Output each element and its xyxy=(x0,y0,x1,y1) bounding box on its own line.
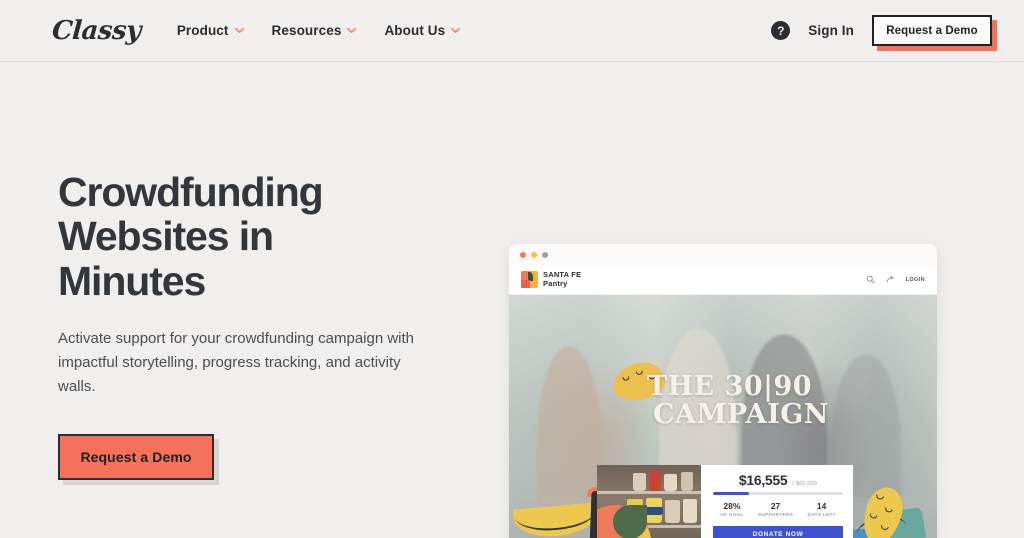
goal-amount: / $60,000 xyxy=(792,481,818,487)
hero-title: Crowdfunding Websites in Minutes xyxy=(58,169,324,304)
browser-chrome-bar xyxy=(509,244,937,265)
mockup-nav-actions: LOGIN xyxy=(866,275,925,284)
campaign-headline-line2: CAMPAIGN xyxy=(653,399,829,431)
donation-details: $16,555 / $60,000 28% OF GOAL 27 SUPPORT… xyxy=(701,465,853,538)
primary-navigation: Product Resources About Us xyxy=(177,23,461,38)
donate-now-button[interactable]: DONATE NOW xyxy=(713,526,843,538)
chevron-down-icon xyxy=(234,26,244,35)
donation-card: $16,555 / $60,000 28% OF GOAL 27 SUPPORT… xyxy=(597,465,853,538)
window-maximize-dot xyxy=(542,251,548,258)
search-icon[interactable] xyxy=(866,275,875,284)
stat-supporters: 27 SUPPORTERS xyxy=(757,501,794,518)
stat-label: OF GOAL xyxy=(720,512,744,518)
landing-page: Classy Product Resources About Us ? Sign… xyxy=(0,0,1024,538)
stat-label: SUPPORTERS xyxy=(757,512,794,518)
nav-item-resources[interactable]: Resources xyxy=(272,23,357,38)
chevron-down-icon xyxy=(347,26,357,35)
nav-item-label: About Us xyxy=(384,23,446,38)
stat-of-goal: 28% OF GOAL xyxy=(720,501,744,518)
window-close-dot xyxy=(520,251,526,258)
campaign-stats: 28% OF GOAL 27 SUPPORTERS 14 DAYS LEFT xyxy=(713,501,843,518)
header-request-demo-wrapper: Request a Demo xyxy=(872,15,997,51)
decor-arc-green xyxy=(613,505,647,538)
classy-logo[interactable]: Classy xyxy=(51,16,142,46)
org-name: SANTA FE Pantry xyxy=(543,271,581,287)
chevron-down-icon xyxy=(451,26,461,35)
nav-item-label: Product xyxy=(176,23,229,38)
share-icon[interactable] xyxy=(886,275,895,284)
hero-copy: Crowdfunding Websites in Minutes Activat… xyxy=(0,62,470,538)
nav-item-product[interactable]: Product xyxy=(177,23,244,38)
stat-value: 14 xyxy=(816,501,827,511)
nav-item-about-us[interactable]: About Us xyxy=(384,23,461,38)
campaign-hero-photo: THE 30|90 CAMPAIGN $16,555 / $60,000 28%… xyxy=(509,295,937,538)
campaign-headline-line1: THE 30|90 xyxy=(647,371,813,402)
browser-mockup: SANTA FE Pantry LOGIN THE 30|90 CAMPAIGN… xyxy=(509,244,937,538)
stat-days-left: 14 DAYS LEFT xyxy=(807,501,836,518)
hero-request-demo-wrapper: Request a Demo xyxy=(58,433,219,485)
progress-bar-fill xyxy=(713,492,750,495)
campaign-headline: THE 30|90 CAMPAIGN xyxy=(647,371,877,431)
header-request-demo-button[interactable]: Request a Demo xyxy=(872,15,992,46)
hero-subtitle: Activate support for your crowdfunding c… xyxy=(58,329,415,396)
stat-value: 27 xyxy=(770,501,781,511)
amount-raised-row: $16,555 / $60,000 xyxy=(713,472,843,488)
stat-value: 28% xyxy=(723,501,741,511)
logo-mark-icon xyxy=(521,271,538,288)
santa-fe-pantry-logo[interactable]: SANTA FE Pantry xyxy=(521,271,581,288)
campaign-thumbnail xyxy=(597,465,701,538)
amount-raised: $16,555 xyxy=(738,472,788,488)
help-icon[interactable]: ? xyxy=(771,21,791,40)
sign-in-link[interactable]: Sign In xyxy=(808,23,854,38)
header-actions: ? Sign In Request a Demo xyxy=(771,15,997,51)
hero-section: Crowdfunding Websites in Minutes Activat… xyxy=(0,62,1024,538)
stat-label: DAYS LEFT xyxy=(807,512,836,518)
window-minimize-dot xyxy=(531,251,537,258)
org-name-line2: Pantry xyxy=(543,278,568,288)
hero-request-demo-button[interactable]: Request a Demo xyxy=(58,433,214,480)
progress-bar-track xyxy=(713,492,843,495)
mockup-login-link[interactable]: LOGIN xyxy=(906,277,925,283)
nav-item-label: Resources xyxy=(271,23,342,38)
site-header: Classy Product Resources About Us ? Sign… xyxy=(0,0,1024,62)
mockup-site-nav: SANTA FE Pantry LOGIN xyxy=(509,265,937,295)
